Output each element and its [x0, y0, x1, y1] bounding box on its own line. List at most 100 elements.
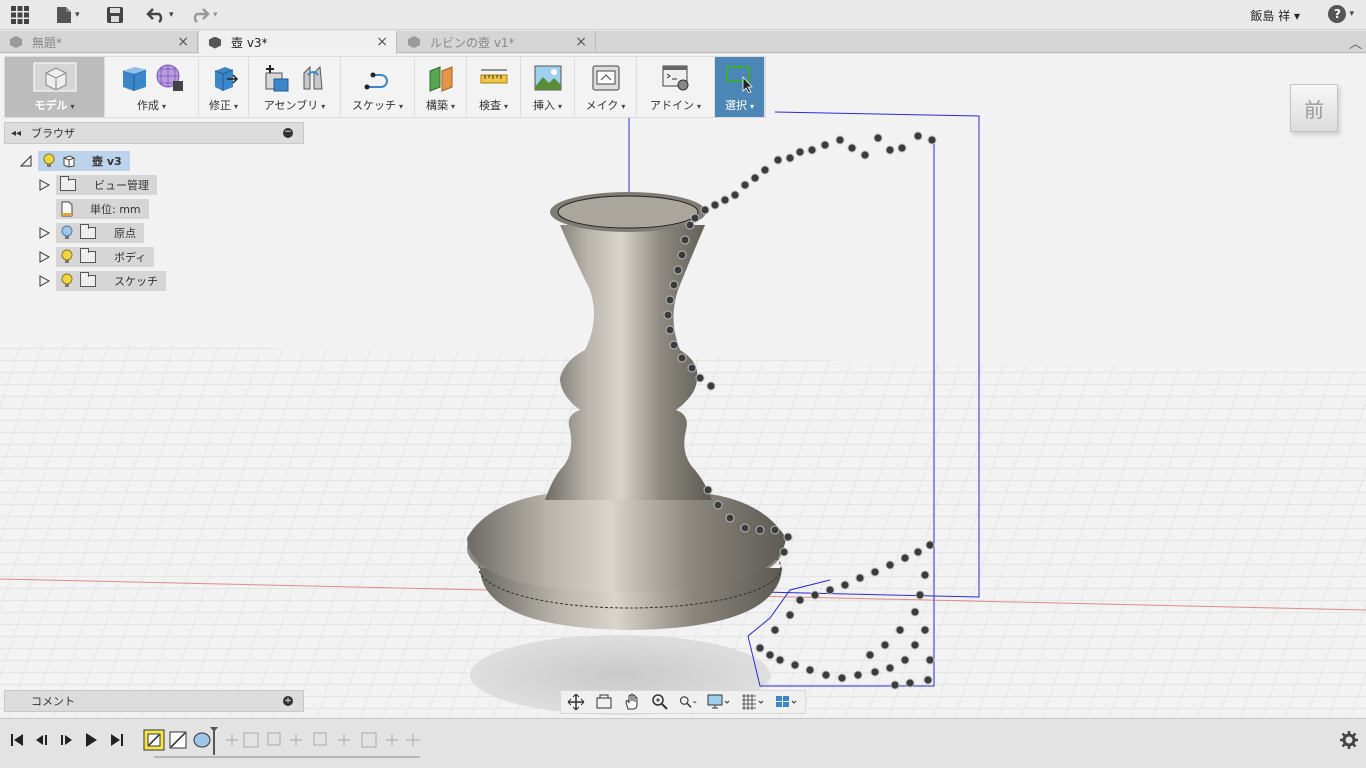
workspace-box-icon	[33, 62, 76, 92]
tab-label: 壺 v3*	[231, 36, 268, 50]
save-icon[interactable]	[106, 5, 124, 25]
workspace-switcher-button[interactable]: モデル ▾	[5, 57, 105, 117]
add-comment-icon[interactable]: +	[283, 696, 293, 706]
chevron-down-icon: ▾	[70, 102, 75, 111]
visibility-bulb-icon[interactable]	[60, 225, 74, 241]
close-icon[interactable]: ×	[575, 34, 587, 50]
top-app-bar: ▾ ▾ ▾ 飯島 祥 ▾ ? ▾	[0, 0, 1366, 30]
chevron-down-icon: ▾	[75, 10, 80, 20]
play-icon[interactable]	[82, 731, 100, 749]
box-icon	[122, 67, 146, 91]
inspect-menu-button[interactable]: 検査 ▾	[467, 57, 521, 117]
browser-item-pill: 単位: mm	[56, 199, 149, 219]
browser-root-row[interactable]: 壺 v3	[20, 151, 130, 171]
viewport-canvas[interactable]	[0, 54, 1366, 718]
browser-item-label: ビュー管理	[94, 179, 149, 192]
go-to-end-icon[interactable]	[108, 731, 126, 749]
file-menu-icon[interactable]: ▾	[56, 5, 80, 25]
step-back-icon[interactable]	[32, 731, 50, 749]
chevron-down-icon: ▾	[621, 102, 626, 111]
browser-item-view-management[interactable]: ビュー管理	[38, 175, 157, 195]
construct-label: 構築	[425, 99, 448, 112]
grid-settings-icon[interactable]	[741, 693, 765, 711]
comments-panel-header[interactable]: コメント +	[4, 690, 304, 712]
orbit-icon[interactable]	[567, 693, 585, 711]
gear-icon[interactable]	[1340, 731, 1358, 749]
comments-label: コメント	[31, 695, 75, 708]
measure-icon	[480, 69, 507, 84]
zoom-icon[interactable]	[651, 693, 669, 711]
viewcube[interactable]: 前	[1286, 78, 1340, 136]
tab-document-1[interactable]: 無題* ×	[0, 31, 198, 53]
browser-item-sketches[interactable]: スケッチ	[38, 271, 166, 291]
folder-icon	[60, 176, 76, 191]
make-label: メイク	[585, 99, 619, 112]
document-tab-bar: 無題* × 壺 v3* × ルビンの壺 v1* × ︿	[0, 31, 1366, 54]
visibility-bulb-icon[interactable]	[60, 273, 74, 289]
tab-document-3[interactable]: ルビンの壺 v1* ×	[398, 31, 596, 53]
visibility-bulb-icon[interactable]	[60, 249, 74, 265]
undo-icon[interactable]: ▾	[146, 5, 174, 25]
expand-triangle-icon[interactable]	[38, 275, 50, 287]
addins-menu-button[interactable]: アドイン ▾	[637, 57, 715, 117]
help-menu[interactable]: ? ▾	[1328, 5, 1354, 23]
browser-item-pill: ビュー管理	[56, 175, 157, 195]
collapse-triangle-icon[interactable]	[20, 155, 32, 167]
construct-menu-button[interactable]: 構築 ▾	[415, 57, 467, 117]
browser-item-pill: ボディ	[56, 247, 155, 267]
pan-hand-icon[interactable]	[623, 693, 641, 711]
component-icon	[63, 155, 75, 168]
folder-icon	[80, 224, 96, 239]
redo-icon[interactable]: ▾	[190, 5, 218, 25]
document-settings-icon	[61, 201, 73, 217]
look-at-icon[interactable]	[595, 693, 613, 711]
modify-label: 修正	[208, 99, 231, 112]
expand-triangle-icon[interactable]	[38, 227, 50, 239]
root-component-label: 壺 v3	[92, 155, 122, 168]
inspect-label: 検査	[478, 99, 501, 112]
browser-item-units[interactable]: 単位: mm	[56, 199, 149, 219]
viewports-icon[interactable]	[775, 693, 799, 711]
chevron-down-icon: ▾	[233, 102, 238, 111]
user-account-menu[interactable]: 飯島 祥 ▾	[1250, 7, 1300, 24]
create-menu-button[interactable]: 作成 ▾	[105, 57, 199, 117]
insert-menu-button[interactable]: 挿入 ▾	[521, 57, 575, 117]
display-settings-icon[interactable]	[707, 693, 731, 711]
document-icon	[408, 36, 420, 48]
chevron-down-icon: ▾	[503, 102, 508, 111]
close-icon[interactable]: ×	[376, 34, 388, 50]
browser-item-bodies[interactable]: ボディ	[38, 247, 155, 267]
minimize-icon[interactable]: −	[283, 128, 293, 138]
browser-item-label: 原点	[114, 227, 136, 240]
tab-document-2[interactable]: 壺 v3* ×	[199, 31, 397, 54]
assemble-label: アセンブリ	[263, 99, 319, 112]
close-icon[interactable]: ×	[177, 34, 189, 50]
chevron-down-icon: ▾	[161, 102, 166, 111]
modify-menu-button[interactable]: 修正 ▾	[199, 57, 249, 117]
viewcube-front-face[interactable]: 前	[1290, 84, 1338, 132]
scene-svg	[0, 111, 1366, 718]
expand-triangle-icon[interactable]	[38, 179, 50, 191]
step-forward-icon[interactable]	[58, 731, 76, 749]
select-label: 選択	[724, 99, 747, 112]
assemble-menu-button[interactable]: アセンブリ ▾	[249, 57, 341, 117]
app-grid-icon[interactable]	[10, 5, 30, 25]
chevron-up-icon[interactable]: ︿	[1349, 33, 1362, 52]
select-menu-button[interactable]: 選択 ▾	[715, 57, 765, 117]
browser-panel-header[interactable]: ◂◂ ブラウザ −	[4, 122, 304, 144]
make-menu-button[interactable]: メイク ▾	[575, 57, 637, 117]
root-component-pill[interactable]: 壺 v3	[38, 151, 130, 171]
sketch-label: スケッチ	[351, 99, 396, 112]
sketch-icon	[364, 72, 388, 90]
go-to-start-icon[interactable]	[8, 731, 26, 749]
collapse-panel-icon[interactable]: ◂◂	[11, 128, 21, 139]
browser-item-origin[interactable]: 原点	[38, 223, 144, 243]
addins-label: アドイン	[649, 99, 694, 112]
visibility-bulb-icon[interactable]	[42, 153, 56, 169]
tab-label: 無題*	[32, 35, 63, 50]
zoom-window-icon[interactable]	[679, 693, 697, 711]
timeline-bar	[0, 718, 1366, 768]
sketch-menu-button[interactable]: スケッチ ▾	[341, 57, 415, 117]
expand-triangle-icon[interactable]	[38, 251, 50, 263]
scripts-addins-icon	[662, 65, 688, 91]
